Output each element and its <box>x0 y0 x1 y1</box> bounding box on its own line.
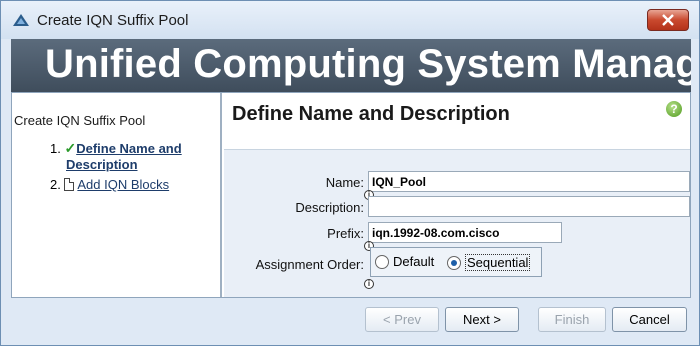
radio-button-default[interactable] <box>375 254 389 269</box>
button-bar: < Prev Next > Finish Cancel <box>1 299 699 345</box>
info-icon: i <box>364 279 374 289</box>
app-banner: Unified Computing System Manager <box>11 39 691 92</box>
wizard-page: Define Name and Description ? Name: i De… <box>224 93 690 297</box>
radio-default[interactable]: Default <box>375 254 434 269</box>
step-number: 1. <box>50 141 61 156</box>
prev-button[interactable]: < Prev <box>365 307 439 332</box>
prefix-label: Prefix: <box>327 226 364 241</box>
ucs-app-icon <box>13 14 29 26</box>
wizard-step-list: Create IQN Suffix Pool 1. ✓Define Name a… <box>12 93 222 297</box>
banner-title: Unified Computing System Manager <box>45 42 691 86</box>
assignment-order-label: Assignment Order: <box>255 257 364 272</box>
help-icon[interactable]: ? <box>666 101 682 117</box>
step-link-description[interactable]: Description <box>66 157 138 172</box>
next-button[interactable]: Next > <box>445 307 519 332</box>
assignment-order-radio-group: Default Sequential <box>370 247 542 277</box>
description-input[interactable] <box>368 196 690 217</box>
name-input[interactable] <box>368 171 690 192</box>
wizard-title: Create IQN Suffix Pool <box>14 113 146 128</box>
step-link-add-iqn-blocks[interactable]: Add IQN Blocks <box>77 177 169 192</box>
page-header: Define Name and Description ? <box>224 93 690 150</box>
radio-button-sequential[interactable] <box>447 255 461 270</box>
check-icon: ✓ <box>64 140 77 156</box>
window-title: Create IQN Suffix Pool <box>37 12 189 29</box>
close-button[interactable] <box>647 9 689 31</box>
wizard-content: Create IQN Suffix Pool 1. ✓Define Name a… <box>11 92 691 298</box>
dialog-window: Create IQN Suffix Pool Unified Computing… <box>0 0 700 346</box>
page-title: Define Name and Description <box>232 103 510 125</box>
step-number: 2. <box>50 177 61 192</box>
name-label: Name: <box>325 175 364 190</box>
document-icon <box>64 178 75 191</box>
radio-label-sequential: Sequential <box>465 254 531 271</box>
close-icon <box>662 14 674 26</box>
radio-sequential[interactable]: Sequential <box>447 254 531 271</box>
finish-button[interactable]: Finish <box>538 307 606 332</box>
description-label: Description: <box>295 200 364 215</box>
wizard-step-add-iqn-blocks[interactable]: 2. Add IQN Blocks <box>50 177 169 192</box>
radio-label-default: Default <box>393 254 435 269</box>
prefix-input[interactable] <box>368 222 562 243</box>
cancel-button[interactable]: Cancel <box>612 307 687 332</box>
pool-form: Name: i Description: Prefix: i Assignmen… <box>224 150 690 297</box>
wizard-step-define-name[interactable]: 1. ✓Define Name and Description <box>50 140 182 172</box>
title-bar: Create IQN Suffix Pool <box>1 1 699 39</box>
step-link-define-name[interactable]: Define Name and <box>76 141 181 156</box>
